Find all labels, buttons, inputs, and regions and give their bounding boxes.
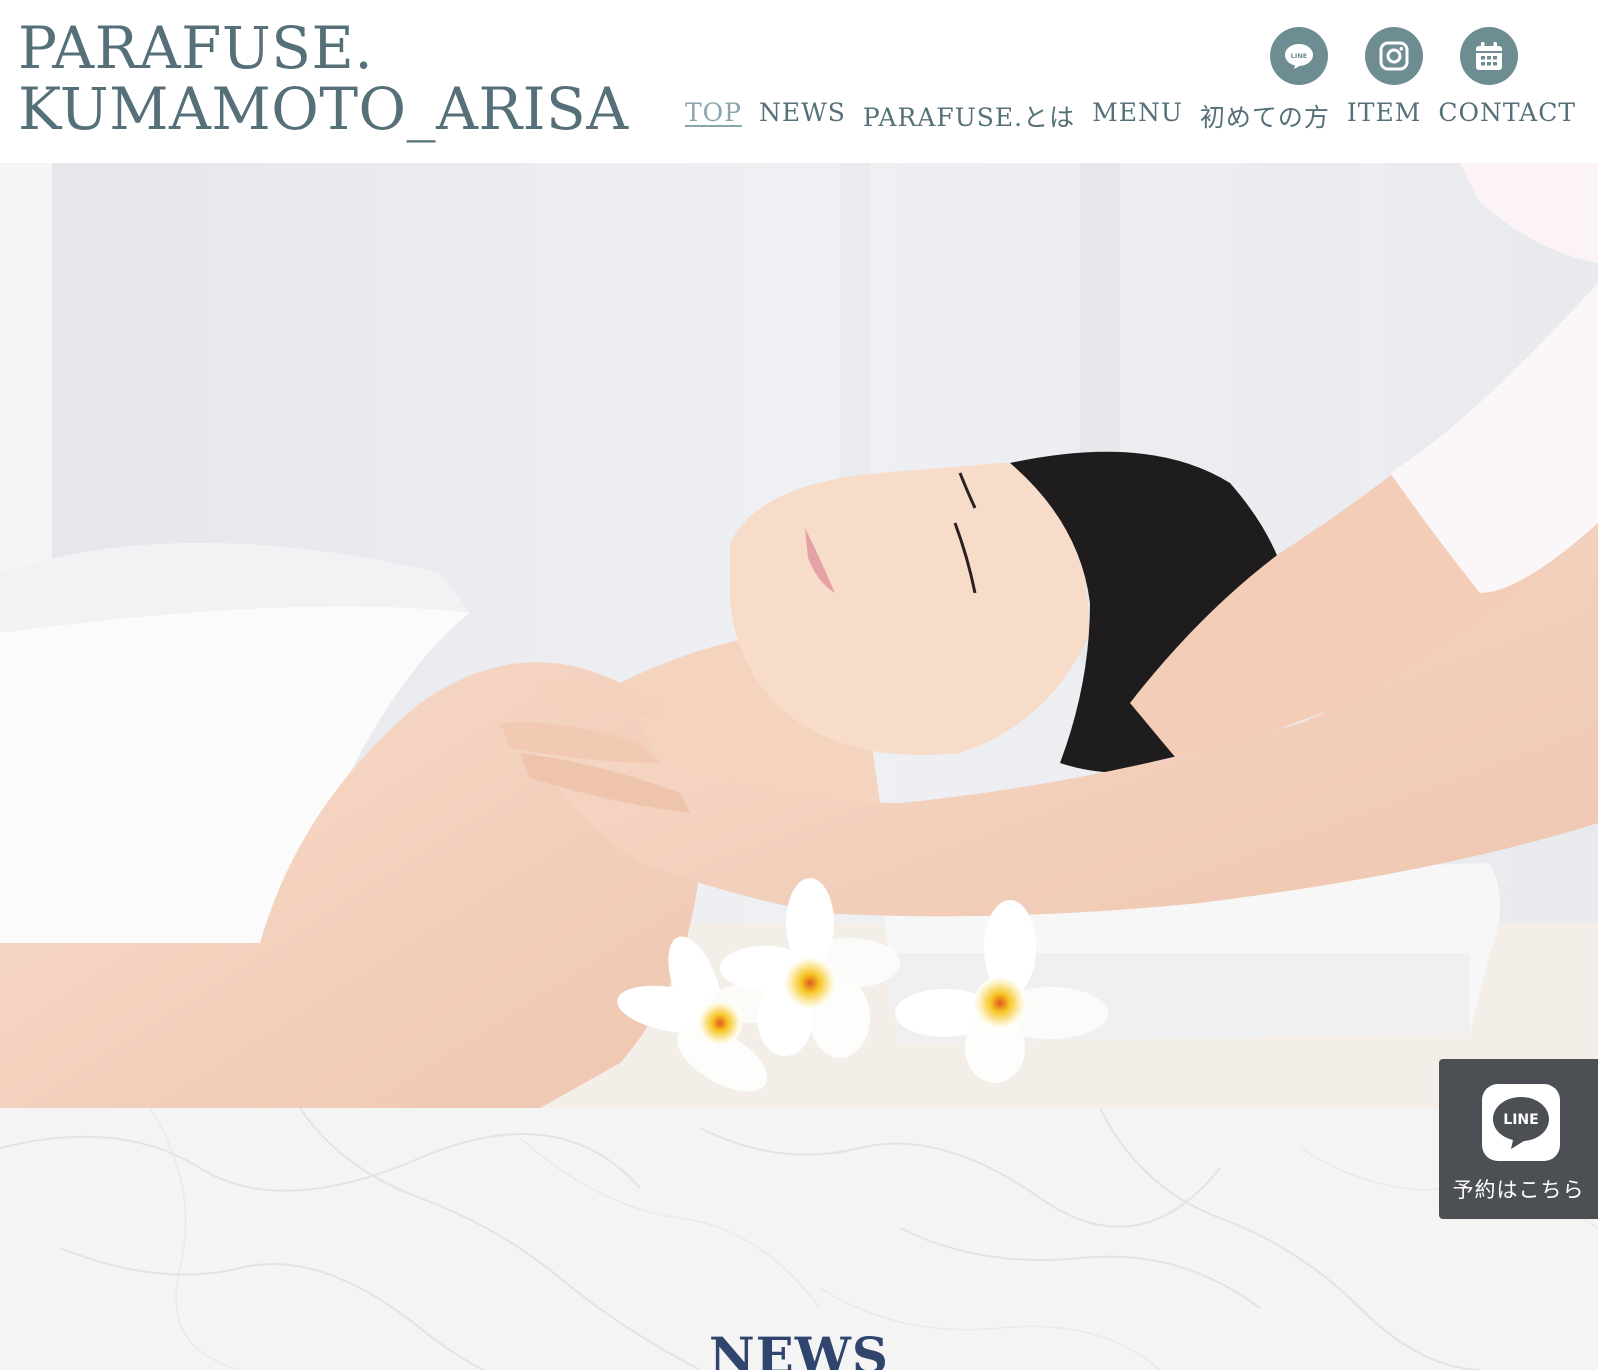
line-booking-label: 予約はこちら [1452, 1178, 1585, 1202]
svg-text:LINE: LINE [1291, 52, 1307, 60]
nav-item-news[interactable]: NEWS [759, 98, 846, 134]
site-logo[interactable]: PARAFUSE. KUMAMOTO_ARISA [18, 18, 629, 140]
logo-line-1: PARAFUSE. [18, 14, 374, 82]
news-title: NEWS [708, 1325, 890, 1370]
social-links: LINE [1270, 27, 1518, 85]
site-header: PARAFUSE. KUMAMOTO_ARISA LINE TOP NEWS P… [0, 0, 1598, 163]
spa-massage-illustration [0, 163, 1598, 1108]
nav-item-menu[interactable]: MENU [1092, 98, 1183, 134]
line-badge: LINE [1482, 1084, 1560, 1161]
nav-item-about[interactable]: PARAFUSE.とは [863, 98, 1075, 134]
instagram-link-button[interactable] [1365, 27, 1423, 85]
hero-image [0, 163, 1598, 1108]
calendar-link-button[interactable] [1460, 27, 1518, 85]
nav-item-contact[interactable]: CONTACT [1438, 98, 1576, 134]
logo-line-2: KUMAMOTO_ARISA [18, 75, 629, 143]
line-icon: LINE [1285, 44, 1313, 69]
calendar-icon [1476, 42, 1502, 70]
news-section: NEWS [0, 1108, 1598, 1370]
instagram-icon [1379, 41, 1409, 71]
nav-item-top[interactable]: TOP [685, 98, 742, 134]
line-link-button[interactable]: LINE [1270, 27, 1328, 85]
svg-text:LINE: LINE [1503, 1112, 1538, 1128]
nav-item-item[interactable]: ITEM [1347, 98, 1421, 134]
main-nav: TOP NEWS PARAFUSE.とは MENU 初めての方 ITEM CON… [685, 98, 1576, 134]
line-icon: LINE [1493, 1096, 1549, 1149]
line-booking-widget[interactable]: LINE 予約はこちら [1439, 1059, 1598, 1219]
nav-item-first-time[interactable]: 初めての方 [1200, 98, 1330, 134]
